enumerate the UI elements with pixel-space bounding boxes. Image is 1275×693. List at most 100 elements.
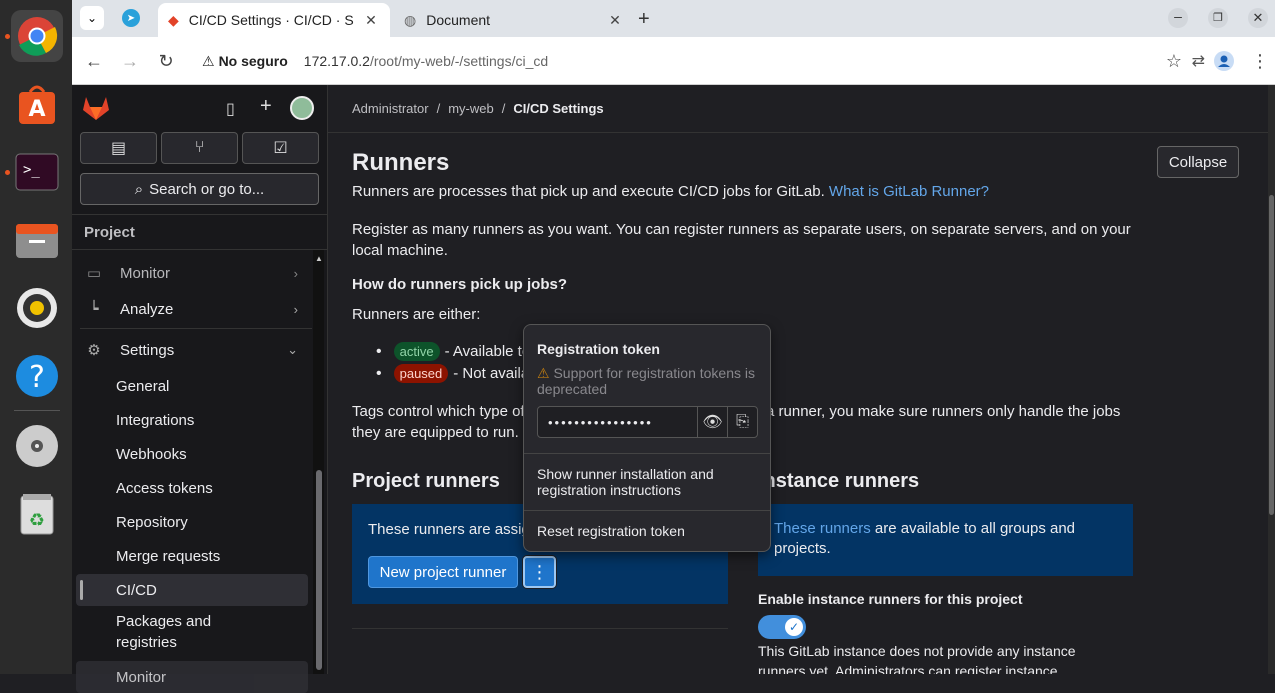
token-field: •••••••••••••••• 👁 ⎘ <box>537 406 758 438</box>
tab-title: CI/CD Settings · CI/CD · S <box>188 12 354 28</box>
new-project-runner-button[interactable]: New project runner <box>368 556 518 588</box>
close-window-icon[interactable]: ✕ <box>1248 8 1268 28</box>
new-tab-icon[interactable]: + <box>638 8 650 31</box>
tags-text-end: they are equipped to run. <box>352 424 519 441</box>
close-tab-icon[interactable]: ✕ <box>606 12 624 29</box>
chrome-icon[interactable] <box>11 10 63 62</box>
search-or-go-button[interactable]: ⌕ Search or go to... <box>80 173 319 205</box>
main-content: Administrator / my-web / CI/CD Settings Ru… <box>328 85 1275 674</box>
runner-options-kebab-icon[interactable]: ⋮ <box>523 556 556 588</box>
create-new-icon[interactable]: + <box>260 95 272 118</box>
tab-cicd-settings[interactable]: ◆ CI/CD Settings · CI/CD · S ✕ <box>158 3 390 37</box>
merge-request-icon: ⑂ <box>194 139 205 156</box>
sidebar-item-general[interactable]: General <box>76 370 308 402</box>
sidebar-item-webhooks[interactable]: Webhooks <box>76 438 308 470</box>
security-label: No seguro <box>218 53 288 69</box>
merge-requests-button[interactable]: ⑂ <box>161 132 238 164</box>
bookmark-star-icon[interactable]: ☆ <box>1162 49 1186 73</box>
how-heading: How do runners pick up jobs? <box>352 276 568 293</box>
address-bar[interactable]: ⚠ No seguro 172.17.0.2/root/my-web/-/sett… <box>192 44 1205 78</box>
sidebar-scrollbar[interactable]: ▲ <box>313 250 324 674</box>
sidebar-item-label: CI/CD <box>116 581 157 599</box>
issues-button[interactable]: ▤ <box>80 132 157 164</box>
sidebar-item-label: Packages and registries <box>116 613 212 651</box>
paused-badge: paused <box>393 364 449 383</box>
sidebar-item-access-tokens[interactable]: Access tokens <box>76 472 308 504</box>
ubuntu-dock: A >_ ? ♻ <box>0 0 72 674</box>
sidebar-item-cicd[interactable]: CI/CD <box>76 574 308 606</box>
todos-button[interactable]: ☑ <box>242 132 319 164</box>
terminal-icon[interactable]: >_ <box>11 146 63 198</box>
warning-icon: ⚠ <box>202 52 215 69</box>
forward-icon[interactable]: → <box>118 49 142 73</box>
svg-text:♻: ♻ <box>29 510 45 531</box>
breadcrumb-project[interactable]: my-web <box>448 101 494 116</box>
token-value[interactable]: •••••••••••••••• <box>538 407 697 437</box>
scroll-thumb[interactable] <box>316 470 322 670</box>
telegram-icon[interactable]: ➤ <box>122 9 140 27</box>
gitlab-favicon-icon: ◆ <box>168 11 179 28</box>
breadcrumb-administrator[interactable]: Administrator <box>352 101 429 116</box>
register-text: Register as many runners as you want. Yo… <box>352 221 1131 259</box>
warning-icon: ⚠ <box>537 365 550 381</box>
reveal-eye-icon[interactable]: 👁 <box>697 407 727 437</box>
sidebar-item-merge-requests[interactable]: Merge requests <box>76 540 308 572</box>
instance-runners-title: Instance runners <box>758 470 920 492</box>
runners-title: Runners <box>352 149 450 176</box>
minimize-icon[interactable]: – <box>1168 8 1188 28</box>
sidebar-item-settings[interactable]: ⚙ Settings ⌄ <box>76 334 308 366</box>
settings-gear-icon: ⚙ <box>87 342 101 359</box>
dvd-icon[interactable] <box>11 420 63 472</box>
files-icon[interactable] <box>11 214 63 266</box>
copy-clipboard-icon[interactable]: ⎘ <box>727 407 757 437</box>
either-text: Runners are either: <box>352 306 481 323</box>
sidebar-item-packages-registries[interactable]: Packages and registries <box>76 610 276 654</box>
sidebar-toggle-icon[interactable]: ▯ <box>226 99 235 119</box>
url-host: 172.17.0.2 <box>303 53 370 69</box>
profile-icon[interactable] <box>1212 49 1236 73</box>
back-icon[interactable]: ← <box>82 49 106 73</box>
sidebar-item-monitor-settings[interactable]: Monitor <box>76 661 308 693</box>
analyze-chart-icon: ┕ <box>89 301 99 318</box>
page-scrollbar[interactable] <box>1268 85 1275 674</box>
monitor-icon: ▭ <box>86 265 102 282</box>
tab-title: Document <box>426 12 491 28</box>
user-avatar[interactable] <box>290 96 314 120</box>
what-is-runner-link[interactable]: What is GitLab Runner? <box>829 183 989 200</box>
page-scroll-thumb[interactable] <box>1269 195 1274 515</box>
sidebar-item-repository[interactable]: Repository <box>76 506 308 538</box>
rhythmbox-icon[interactable] <box>11 282 63 334</box>
trash-icon[interactable]: ♻ <box>11 488 63 540</box>
collapse-button[interactable]: Collapse <box>1157 146 1239 178</box>
dropdown-title: Registration token <box>537 341 660 357</box>
instance-runners-toggle[interactable]: ✓ <box>758 615 806 639</box>
sidebar-item-analyze[interactable]: ┕ Analyze › <box>76 293 308 325</box>
scroll-up-icon[interactable]: ▲ <box>315 254 323 263</box>
software-center-icon[interactable]: A <box>11 78 63 130</box>
close-tab-icon[interactable]: ✕ <box>362 12 380 29</box>
breadcrumb-current[interactable]: CI/CD Settings <box>513 101 603 116</box>
sidebar-item-label: Settings <box>120 341 175 359</box>
tab-search-chevron-icon[interactable]: ⌄ <box>80 6 104 30</box>
tab-document[interactable]: ◍ Document ✕ <box>394 3 634 37</box>
sidebar-item-label: Merge requests <box>116 547 221 565</box>
reload-icon[interactable]: ↻ <box>154 49 178 73</box>
sidebar-item-label: Repository <box>116 513 188 531</box>
issues-icon: ▤ <box>110 140 127 157</box>
sidebar-item-integrations[interactable]: Integrations <box>76 404 308 436</box>
gitlab-logo-icon[interactable] <box>82 95 110 126</box>
translate-icon[interactable]: ⇄ <box>1192 51 1205 71</box>
url-path: /root/my-web/-/settings/ci_cd <box>369 53 549 69</box>
browser-window: ⌄ ➤ ◆ CI/CD Settings · CI/CD · S ✕ ◍ Doc… <box>72 0 1275 693</box>
show-instructions-item[interactable]: Show runner installation and registratio… <box>537 466 757 498</box>
sidebar-item-monitor[interactable]: ▭ Monitor › <box>76 257 308 289</box>
sidebar-item-label: Monitor <box>116 668 167 686</box>
security-indicator[interactable]: ⚠ No seguro <box>202 53 288 70</box>
tab-bar: ⌄ ➤ ◆ CI/CD Settings · CI/CD · S ✕ ◍ Doc… <box>72 0 1275 37</box>
these-runners-link[interactable]: These runners <box>774 520 871 537</box>
help-icon[interactable]: ? <box>11 350 63 402</box>
reset-token-item[interactable]: Reset registration token <box>537 523 757 539</box>
browser-menu-icon[interactable]: ⋮ <box>1248 49 1272 73</box>
sidebar-item-label: Access tokens <box>116 479 213 497</box>
maximize-icon[interactable]: ❐ <box>1208 8 1228 28</box>
